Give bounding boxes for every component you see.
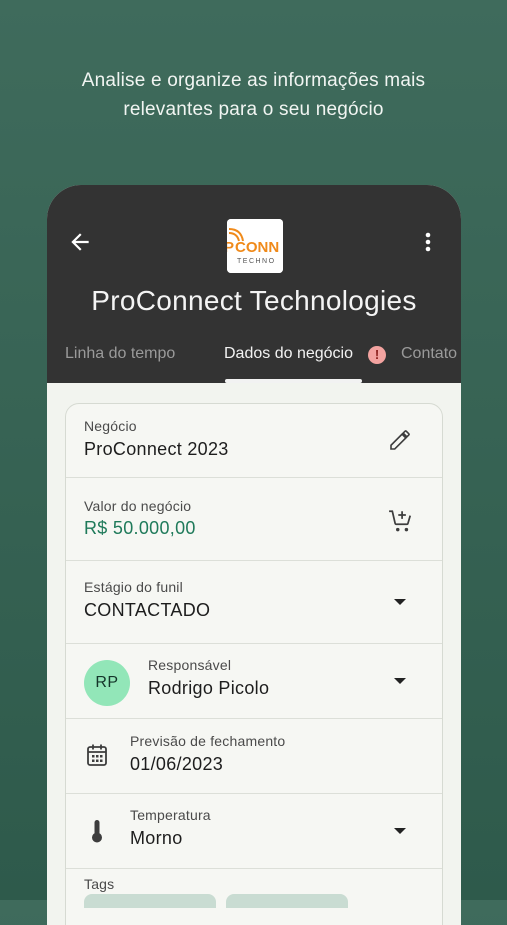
field-previsao[interactable]: Previsão de fechamento 01/06/2023 — [66, 719, 442, 794]
promo-line-1: Analise e organize as informações mais — [81, 70, 426, 91]
negocio-label: Negócio — [84, 418, 137, 434]
field-negocio[interactable]: Negócio ProConnect 2023 — [66, 404, 442, 478]
field-estagio[interactable]: Estágio do funil CONTACTADO — [66, 561, 442, 644]
previsao-value: 01/06/2023 — [130, 754, 224, 774]
dropdown-arrow-icon[interactable] — [392, 674, 408, 692]
temperatura-value: Morno — [130, 828, 183, 848]
tags-label: Tags — [84, 876, 115, 892]
field-responsavel[interactable]: RP Responsável Rodrigo Picolo — [66, 644, 442, 719]
estagio-value: CONTACTADO — [84, 600, 211, 620]
company-logo: P CONN TECHNO — [227, 219, 283, 273]
tab-dados-do-negocio[interactable]: Dados do negócio — [224, 345, 353, 363]
company-title: ProConnect Technologies — [91, 285, 417, 316]
app-bar: P CONN TECHNO ProConnect Technologies Li… — [47, 185, 461, 383]
active-tab-indicator — [225, 379, 362, 383]
field-temperatura[interactable]: Temperatura Morno — [66, 794, 442, 869]
promo-text: Analise e organize as informações mais r… — [0, 66, 507, 124]
temperatura-label: Temperatura — [130, 807, 211, 823]
thermometer-icon — [90, 818, 104, 849]
edit-pencil-icon[interactable] — [388, 428, 412, 457]
tag-chip[interactable] — [226, 894, 348, 908]
more-options-icon[interactable] — [419, 229, 437, 255]
tab-linha-do-tempo[interactable]: Linha do tempo — [65, 345, 175, 363]
promo-line-2: relevantes para o seu negócio — [123, 99, 384, 120]
tag-chip[interactable] — [84, 894, 216, 908]
svg-text:CONN: CONN — [235, 239, 279, 256]
valor-label: Valor do negócio — [84, 498, 192, 514]
svg-text:P: P — [227, 239, 234, 256]
responsavel-label: Responsável — [148, 657, 232, 673]
svg-text:TECHNO: TECHNO — [237, 258, 276, 265]
responsavel-value: Rodrigo Picolo — [148, 678, 270, 698]
dropdown-arrow-icon[interactable] — [392, 824, 408, 842]
valor-value: R$ 50.000,00 — [84, 518, 196, 538]
negocio-value: ProConnect 2023 — [84, 439, 229, 459]
tab-contato[interactable]: Contato — [401, 345, 457, 363]
phone-screen: P CONN TECHNO ProConnect Technologies Li… — [47, 185, 461, 925]
back-arrow-icon[interactable] — [67, 229, 93, 255]
previsao-label: Previsão de fechamento — [130, 733, 286, 749]
estagio-label: Estágio do funil — [84, 579, 183, 595]
alert-badge: ! — [368, 346, 386, 364]
avatar: RP — [84, 660, 130, 706]
dropdown-arrow-icon[interactable] — [392, 595, 408, 613]
calendar-icon — [86, 743, 108, 772]
deal-details-card: Negócio ProConnect 2023 Valor do negócio… — [65, 403, 443, 925]
add-cart-icon[interactable] — [388, 508, 414, 539]
field-valor[interactable]: Valor do negócio R$ 50.000,00 — [66, 478, 442, 561]
